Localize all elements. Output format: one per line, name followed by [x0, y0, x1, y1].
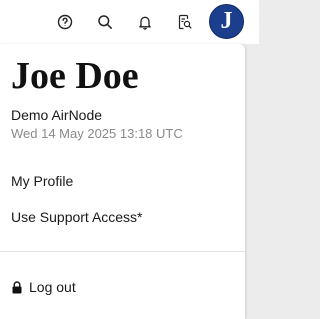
- user-name: Joe Doe: [11, 55, 139, 97]
- logout-label: Log out: [29, 279, 76, 295]
- top-bar: J: [0, 0, 259, 44]
- support-access-link[interactable]: Use Support Access*: [11, 209, 143, 225]
- timestamp: Wed 14 May 2025 13:18 UTC: [11, 126, 183, 141]
- bell-icon[interactable]: [132, 9, 158, 35]
- help-icon[interactable]: [52, 9, 78, 35]
- search-icon[interactable]: [92, 9, 118, 35]
- divider: [0, 251, 245, 252]
- document-search-icon[interactable]: [172, 9, 198, 35]
- user-menu-dropdown: Joe Doe Demo AirNode Wed 14 May 2025 13:…: [0, 44, 245, 319]
- node-name: Demo AirNode: [11, 107, 103, 123]
- lock-icon: [12, 280, 22, 293]
- my-profile-link[interactable]: My Profile: [11, 173, 73, 189]
- avatar[interactable]: J: [209, 4, 244, 39]
- logout-button[interactable]: Log out: [11, 279, 76, 295]
